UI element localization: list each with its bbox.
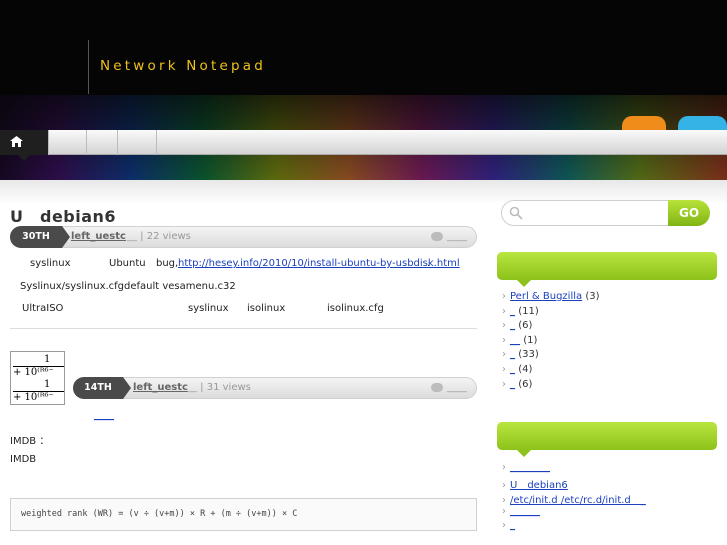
- chevron-right-icon: ›: [502, 320, 506, 331]
- search-go-button[interactable]: GO: [668, 200, 710, 226]
- post-text: default vesamenu.c32: [124, 281, 236, 292]
- code-block: weighted rank (WR) = (v ÷ (v+m)) × R + (…: [10, 498, 477, 531]
- category-count: (1): [523, 335, 538, 346]
- category-item[interactable]: › Perl & Bugzilla (3): [502, 291, 600, 302]
- category-item[interactable]: › __ (1): [502, 335, 537, 346]
- site-title[interactable]: Network Notepad: [100, 58, 266, 74]
- category-count: (33): [518, 349, 539, 360]
- category-count: (6): [518, 320, 533, 331]
- home-tab-pointer: [18, 155, 30, 161]
- post-comments-link[interactable]: ____: [447, 231, 467, 242]
- categories-widget-header: [497, 252, 717, 287]
- post-link[interactable]: ____: [94, 410, 114, 421]
- recent-post-item[interactable]: › _: [502, 520, 515, 531]
- chevron-right-icon: ›: [502, 506, 506, 517]
- post-text: Syslinux/syslinux.cfg: [20, 281, 125, 292]
- nav-separator: [117, 130, 118, 155]
- title-divider: [88, 40, 89, 94]
- recent-post-link[interactable]: /etc/init.d /etc/rc.d/init.d _: [510, 495, 646, 506]
- category-link[interactable]: _: [510, 349, 515, 360]
- category-item[interactable]: › _ (6): [502, 379, 532, 390]
- category-link[interactable]: _: [510, 306, 515, 317]
- search-icon: [509, 206, 523, 220]
- recent-posts-widget-header: [497, 422, 717, 457]
- recent-post-link[interactable]: ________: [510, 462, 550, 473]
- post-text: syslinux: [188, 303, 229, 314]
- post-text: isolinux: [247, 303, 286, 314]
- post-date-badge: 14TH: [73, 377, 131, 399]
- post-text: UltraISO: [22, 303, 64, 314]
- nav-separator: [156, 130, 157, 155]
- post-text: IMDB ：: [10, 436, 50, 447]
- recent-post-link[interactable]: U debian6: [510, 480, 568, 491]
- recent-post-item[interactable]: › U debian6: [502, 476, 568, 491]
- post-external-link[interactable]: http://hesey.info/2010/10/install-ubuntu…: [178, 258, 460, 269]
- post-thumbnail-formula[interactable]: 1 + 10⁽ᴿ⁶⁻ 1 + 10⁽ᴿ⁶⁻: [10, 351, 65, 405]
- post-views: __ | 22 views: [127, 231, 191, 242]
- chevron-right-icon: ›: [502, 291, 506, 302]
- post-title[interactable]: U debian6: [10, 203, 116, 227]
- nav-separator: [86, 130, 87, 155]
- post-text: bug,: [156, 258, 179, 269]
- post-text: Ubuntu: [109, 258, 146, 269]
- post-text: .: [427, 258, 431, 269]
- chevron-right-icon: ›: [502, 520, 506, 531]
- category-link[interactable]: Perl & Bugzilla: [510, 291, 582, 302]
- post-comments-link[interactable]: ____: [447, 382, 467, 393]
- header-fade: [0, 60, 727, 180]
- category-link[interactable]: _: [510, 320, 515, 331]
- category-link[interactable]: _: [510, 379, 515, 390]
- search-input[interactable]: [529, 205, 664, 221]
- post-author-link[interactable]: left_uestc: [71, 231, 126, 242]
- chevron-right-icon: ›: [502, 495, 506, 506]
- category-count: (6): [518, 379, 533, 390]
- category-count: (3): [585, 291, 600, 302]
- recent-post-link[interactable]: ______: [510, 506, 540, 517]
- category-item[interactable]: › _ (11): [502, 306, 539, 317]
- chevron-right-icon: ›: [502, 349, 506, 360]
- nav-separator: [48, 130, 49, 155]
- category-item[interactable]: › _ (33): [502, 349, 539, 360]
- recent-post-item[interactable]: › ______: [502, 506, 540, 517]
- post-text: syslinux: [30, 258, 71, 269]
- main-navbar: [0, 130, 727, 155]
- recent-post-item[interactable]: › /etc/init.d /etc/rc.d/init.d _: [502, 491, 646, 506]
- post-views: __ | 31 views: [187, 382, 251, 393]
- chevron-right-icon: ›: [502, 462, 506, 473]
- category-link[interactable]: _: [510, 364, 515, 375]
- formula-numerator: 1: [44, 379, 51, 390]
- chevron-right-icon: ›: [502, 364, 506, 375]
- code-line: weighted rank (WR) = (v ÷ (v+m)) × R + (…: [21, 509, 298, 519]
- recent-post-link[interactable]: _: [510, 520, 515, 531]
- comment-icon[interactable]: [431, 383, 443, 392]
- comment-icon[interactable]: [431, 232, 443, 241]
- post-date-badge: 30TH: [10, 226, 70, 248]
- category-link[interactable]: __: [510, 335, 520, 346]
- post-text: IMDB: [10, 454, 37, 465]
- category-count: (11): [518, 306, 539, 317]
- recent-post-item[interactable]: › ________: [502, 462, 550, 473]
- post-text: isolinux.cfg: [327, 303, 384, 314]
- chevron-right-icon: ›: [502, 379, 506, 390]
- home-icon: [10, 136, 23, 147]
- category-item[interactable]: › _ (4): [502, 364, 532, 375]
- chevron-right-icon: ›: [502, 335, 506, 346]
- chevron-right-icon: ›: [502, 306, 506, 317]
- post-divider: [10, 328, 477, 329]
- category-item[interactable]: › _ (6): [502, 320, 532, 331]
- chevron-right-icon: ›: [502, 480, 506, 491]
- formula-numerator: 1: [44, 354, 51, 365]
- nav-home-tab[interactable]: [0, 130, 48, 155]
- formula-denominator: + 10⁽ᴿ⁶⁻: [13, 367, 54, 378]
- formula-denominator: + 10⁽ᴿ⁶⁻: [13, 392, 54, 403]
- post-author-link[interactable]: left_uestc: [133, 382, 188, 393]
- category-count: (4): [518, 364, 533, 375]
